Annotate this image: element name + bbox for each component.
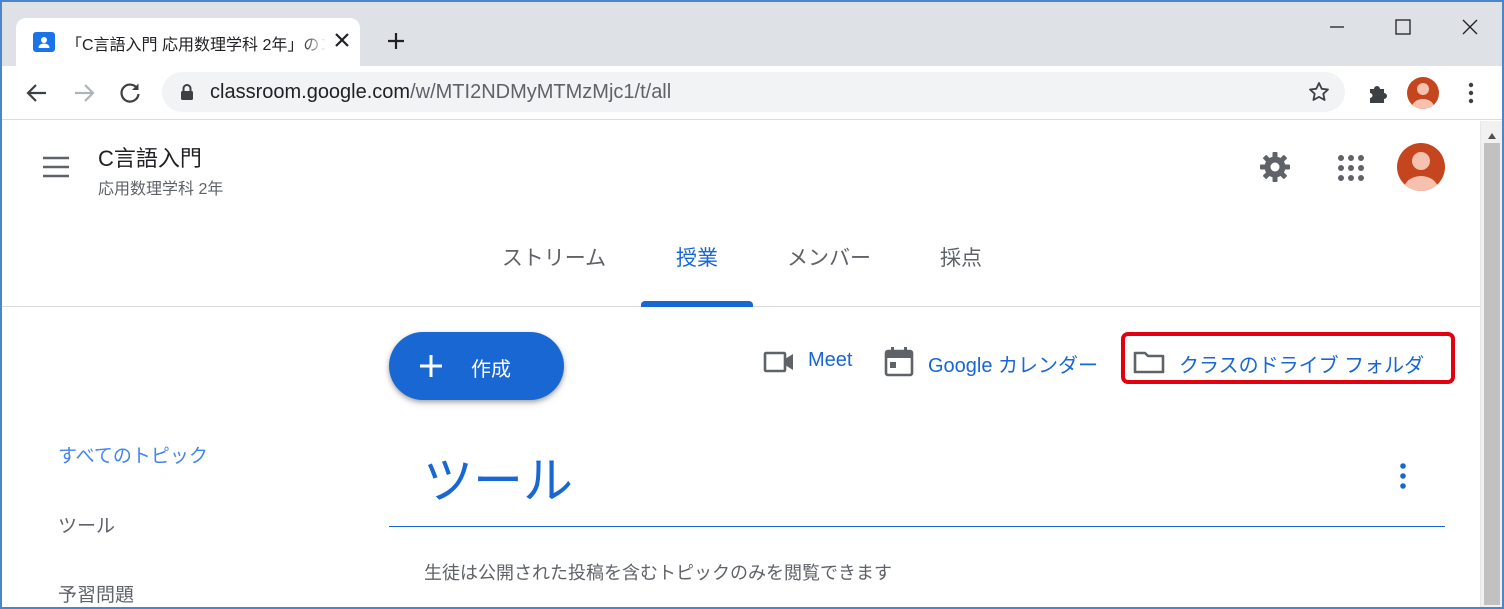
forward-arrow-icon[interactable] (71, 80, 97, 106)
sidebar-item-all-topics[interactable]: すべてのトピック (58, 441, 208, 468)
extensions-icon[interactable] (1365, 80, 1391, 106)
tab-strip: 「C言語入門 応用数理学科 2年」のコースワーク (2, 2, 1502, 66)
create-label: 作成 (471, 359, 511, 381)
scroll-up-arrow-icon[interactable] (1487, 127, 1497, 139)
browser-toolbar: classroom.google.com/w/MTI2NDMyMTMzMjc1/… (2, 66, 1502, 120)
video-camera-icon (762, 345, 796, 379)
classroom-tabs: ストリーム 授業 メンバー 採点 (2, 239, 1480, 307)
kebab-menu-icon[interactable] (1458, 80, 1484, 106)
visibility-notice: 生徒は公開された投稿を含むトピックのみを閲覧できます (424, 563, 892, 583)
topic-divider (389, 526, 1445, 527)
page-scrollbar[interactable] (1480, 121, 1502, 607)
star-icon[interactable] (1307, 80, 1331, 104)
url-host: classroom.google.com (210, 81, 411, 103)
avatar[interactable] (1397, 143, 1445, 191)
maximize-icon[interactable] (1388, 12, 1418, 42)
browser-tab[interactable]: 「C言語入門 応用数理学科 2年」のコースワーク (16, 18, 360, 66)
lock-icon (178, 83, 196, 101)
close-icon[interactable] (330, 28, 354, 52)
plus-icon[interactable] (384, 29, 408, 53)
tab-stream[interactable]: ストリーム (496, 239, 612, 307)
class-section: 応用数理学科 2年 (98, 181, 224, 198)
avatar[interactable] (1407, 77, 1439, 109)
active-tab-indicator (641, 301, 753, 307)
sidebar-item-tools[interactable]: ツール (58, 511, 115, 538)
highlight-box (1121, 332, 1455, 384)
plus-icon (417, 352, 445, 380)
meet-label: Meet (808, 349, 853, 371)
calendar-label: Google カレンダー (928, 355, 1099, 377)
close-icon[interactable] (1455, 12, 1485, 42)
back-arrow-icon[interactable] (24, 80, 50, 106)
gear-icon[interactable] (1257, 149, 1293, 185)
calendar-icon (882, 345, 916, 379)
tab-people[interactable]: メンバー (780, 239, 878, 307)
person-card-icon (33, 32, 55, 52)
sidebar-item-preparation[interactable]: 予習問題 (58, 580, 134, 607)
url-path: /w/MTI2NDMyMTMzMjc1/t/all (410, 81, 672, 103)
tab-title: 「C言語入門 応用数理学科 2年」のコースワーク (66, 31, 326, 55)
scroll-thumb[interactable] (1484, 143, 1500, 605)
reload-icon[interactable] (117, 80, 143, 106)
tab-grades[interactable]: 採点 (929, 239, 993, 307)
kebab-menu-icon[interactable] (1391, 461, 1415, 491)
address-bar[interactable]: classroom.google.com/w/MTI2NDMyMTMzMjc1/… (162, 72, 1345, 112)
minimize-icon[interactable] (1322, 12, 1352, 42)
hamburger-menu-icon[interactable] (40, 153, 72, 181)
create-button[interactable]: 作成 (389, 332, 564, 400)
topic-title: ツール (423, 453, 573, 509)
tab-classwork[interactable]: 授業 (641, 239, 753, 307)
url-text: classroom.google.com/w/MTI2NDMyMTMzMjc1/… (210, 81, 671, 104)
classroom-page: C言語入門 応用数理学科 2年 ストリーム 授業 メンバー 採点 作成 Meet… (2, 121, 1480, 607)
apps-grid-icon[interactable] (1336, 153, 1366, 183)
browser-window: 「C言語入門 応用数理学科 2年」のコースワーク (0, 0, 1504, 609)
class-name[interactable]: C言語入門 (98, 141, 202, 173)
